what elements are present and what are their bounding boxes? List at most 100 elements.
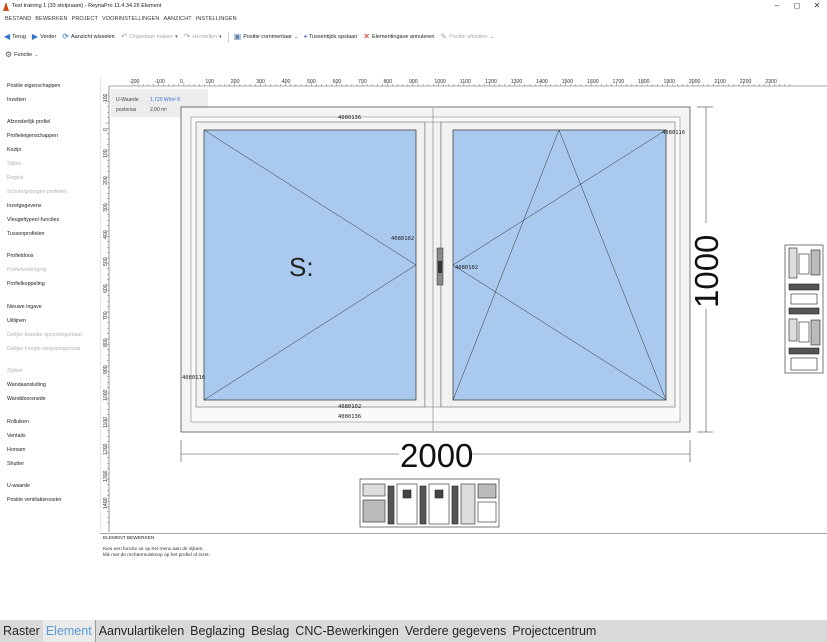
- ruler-top-label: 2100: [714, 79, 726, 85]
- ruler-left-label: 400: [103, 230, 109, 239]
- width-dimension-value[interactable]: 2000: [400, 437, 473, 474]
- profile-bottom-label[interactable]: 4080136: [338, 414, 361, 420]
- back-button[interactable]: ◀ Terug: [4, 33, 26, 41]
- bottom-profile-section[interactable]: [359, 478, 500, 528]
- side-profile-section[interactable]: [784, 244, 824, 374]
- profile-mid-right-label[interactable]: 4080102: [455, 265, 478, 271]
- ruler-left-label: -100: [103, 94, 109, 104]
- profile-bottom-inner-label[interactable]: 4080102: [338, 404, 361, 410]
- profile-right-label[interactable]: 4080116: [662, 130, 685, 136]
- message-line-2: klik met de rechtermuisknop op het profi…: [103, 553, 210, 558]
- sidebar-item-profielverlenging[interactable]: Profielverlenging: [7, 267, 46, 273]
- save-intermediate-button[interactable]: ▪ Tussentijds opslaan: [304, 33, 357, 41]
- forward-button[interactable]: ▶ Verder: [32, 33, 56, 41]
- rotate-icon: ⟳: [62, 32, 69, 41]
- sidebar-item-stijlen[interactable]: Stijlen: [7, 161, 21, 167]
- sidebar: Positie eigenschappen Inzetten Afzonderl…: [0, 80, 100, 620]
- sidebar-item-schuin-gebogen[interactable]: Schuin/gebogen profielen: [7, 189, 67, 195]
- menu-instellingen[interactable]: INSTELLINGEN: [196, 16, 237, 22]
- ruler-top-label: 600: [333, 79, 342, 85]
- sidebar-item-nieuwe-ingave[interactable]: Nieuwe ingave: [7, 304, 42, 310]
- ruler-left-label: 1000: [103, 389, 109, 401]
- message-title: ELEMENT BEWERKEN: [103, 536, 155, 541]
- height-dimension[interactable]: 1000: [688, 106, 725, 433]
- minimize-button[interactable]: –: [767, 0, 787, 11]
- maximize-button[interactable]: ◻: [787, 0, 807, 11]
- profile-top-label[interactable]: 4080136: [338, 115, 361, 121]
- sidebar-item-wanddoorsnede[interactable]: Wanddoorsnede: [7, 396, 46, 402]
- u-waarde-label: U-Waarde: [116, 97, 139, 103]
- u-waarde-value[interactable]: 1,720 W/m² K: [150, 97, 181, 103]
- position-comment-button[interactable]: ▣ Positie commentaar ⌄: [234, 33, 298, 41]
- width-dimension[interactable]: 2000: [180, 437, 691, 474]
- sidebar-item-tussenprofielen[interactable]: Tussenprofielen: [7, 231, 45, 237]
- undo-button[interactable]: ↶ Ongedaan maken ▾: [121, 33, 178, 41]
- sidebar-item-gelijke-hoogte[interactable]: Gelijke hoogte opsporingsmaat: [7, 346, 80, 352]
- tab-raster[interactable]: Raster: [0, 620, 43, 642]
- profile-mid-left-label[interactable]: 4080102: [391, 236, 414, 242]
- sidebar-item-horsam[interactable]: Horsam: [7, 447, 26, 453]
- tab-projectcentrum[interactable]: Projectcentrum: [509, 620, 599, 642]
- close-position-button[interactable]: ✎ Positie afsluiten ⌄: [440, 33, 493, 41]
- ruler-top-label: 1600: [587, 79, 599, 85]
- sidebar-item-profielkoppeling[interactable]: Profielkoppeling: [7, 281, 45, 287]
- sidebar-item-inzetgegevens[interactable]: Inzetgegevens: [7, 203, 41, 209]
- switch-view-button[interactable]: ⟳ Aanzicht wisselen: [62, 33, 114, 41]
- window-element[interactable]: 4080136 4080116 4080116 4080102 4080102 …: [180, 106, 691, 433]
- menu-aanzicht[interactable]: AANZICHT: [163, 16, 191, 22]
- ruler-top-label: 900: [409, 79, 418, 85]
- cancel-element-button[interactable]: ✕ Elementingave annuleren: [363, 33, 434, 41]
- sidebar-item-zijdeel[interactable]: Zijdeel: [7, 368, 23, 374]
- sidebar-item-rolluiken[interactable]: Rolluiken: [7, 419, 29, 425]
- redo-button[interactable]: ↷ Herstellen ▾: [184, 33, 222, 41]
- tab-element[interactable]: Element: [42, 620, 96, 642]
- sidebar-item-ventalis[interactable]: Ventalis: [7, 433, 26, 439]
- posterias-value: 2,00 m²: [150, 107, 167, 113]
- tab-verdere-gegevens[interactable]: Verdere gegevens: [402, 620, 509, 642]
- arrow-right-icon: ▶: [31, 32, 39, 41]
- ruler-left-label: 1100: [103, 417, 109, 428]
- menu-voorinstellingen[interactable]: VOORINSTELLINGEN: [102, 16, 160, 22]
- sidebar-item-positie-ventilatierooster[interactable]: Positie ventilatierooster: [7, 497, 62, 503]
- sidebar-item-wandaansluiting[interactable]: Wandaansluiting: [7, 382, 46, 388]
- profile-left-label[interactable]: 4080116: [182, 375, 205, 381]
- app-logo-icon: [3, 1, 9, 11]
- switch-view-label: Aanzicht wisselen: [71, 34, 115, 40]
- tab-beslag[interactable]: Beslag: [248, 620, 292, 642]
- sidebar-item-u-waarde[interactable]: U-waarde: [7, 483, 30, 489]
- ruler-left-label: 600: [103, 284, 109, 293]
- menu-project[interactable]: PROJECT: [72, 16, 98, 22]
- menu-bewerken[interactable]: BEWERKEN: [35, 16, 67, 22]
- sidebar-item-shutter[interactable]: Shutter: [7, 461, 24, 467]
- sidebar-item-gelijke-breedte[interactable]: Gelijke breedte opsporingsmaat: [7, 332, 82, 338]
- sidebar-item-positie-eigenschappen[interactable]: Positie eigenschappen: [7, 83, 60, 89]
- sidebar-item-regels[interactable]: Regels: [7, 175, 24, 181]
- sidebar-item-profieldoos[interactable]: Profieldoos: [7, 253, 34, 259]
- back-label: Terug: [12, 34, 26, 40]
- sidebar-item-vleugeltypen[interactable]: Vleugeltypen/-functies: [7, 217, 59, 223]
- position-comment-label: Positie commentaar: [243, 34, 292, 40]
- close-position-label: Positie afsluiten: [449, 34, 488, 40]
- menu-bestand[interactable]: BESTAND: [5, 16, 31, 22]
- tab-aanvulartikelen[interactable]: Aanvulartikelen: [96, 620, 187, 642]
- right-glass[interactable]: [452, 129, 667, 401]
- secondary-toolbar: ⚙ Functie ⌄: [0, 48, 38, 62]
- drawing-canvas[interactable]: -200 -100 0 100 200 300 400 500 600 700 800 900 1000…: [100, 76, 827, 532]
- ruler-top-label: 100: [205, 79, 214, 85]
- ruler-left-label: 100: [103, 149, 109, 158]
- function-button[interactable]: ⚙ Functie ⌄: [5, 51, 38, 59]
- sidebar-item-inzetten[interactable]: Inzetten: [7, 97, 26, 103]
- ruler-left-label: 700: [103, 311, 109, 320]
- sidebar-item-kozijn[interactable]: Kozijn: [7, 147, 21, 153]
- undo-icon: ↶: [120, 32, 128, 41]
- tab-beglazing[interactable]: Beglazing: [187, 620, 248, 642]
- tab-cnc-bewerkingen[interactable]: CNC-Bewerkingen: [292, 620, 402, 642]
- height-dimension-value[interactable]: 1000: [688, 235, 725, 308]
- ruler-top-label: 400: [282, 79, 291, 85]
- sidebar-item-uitlijnen[interactable]: Uitlijnen: [7, 318, 26, 324]
- close-button[interactable]: ✕: [807, 0, 827, 11]
- handle-grip: [438, 261, 442, 273]
- sidebar-item-afzonderlijk-profiel[interactable]: Afzonderlijk profiel: [7, 119, 50, 125]
- sidebar-item-profieleigenschappen[interactable]: Profieleigenschappen: [7, 133, 58, 139]
- window-title: Test training 1 (33 stolpraam) - ReynaPr…: [12, 3, 162, 9]
